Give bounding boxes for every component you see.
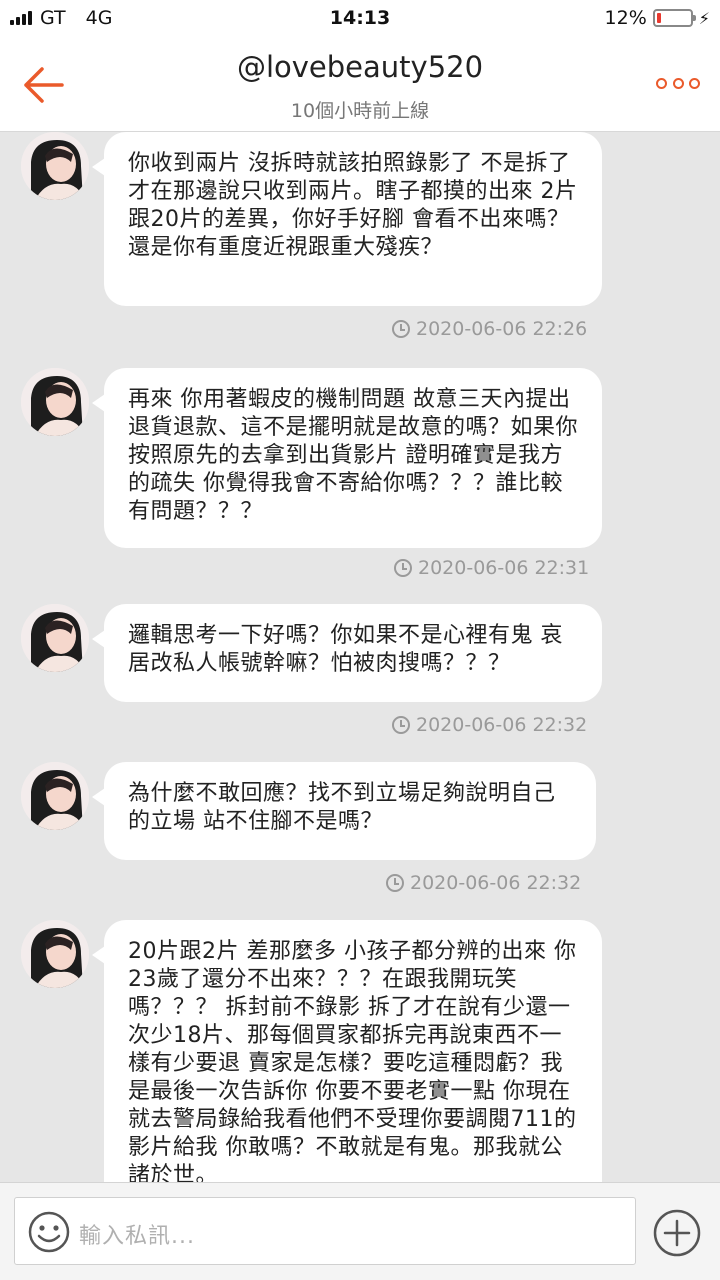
message-input-bar: 輸入私訊... <box>0 1182 720 1280</box>
charging-bolt-icon: ⚡ <box>698 8 710 28</box>
message-list[interactable]: 你收到兩片 沒拆時就該拍照錄影了 不是拆了才在那邊說只收到兩片。瞎子都摸的出來 … <box>0 132 720 1182</box>
clock-icon <box>394 559 412 577</box>
add-attachment-button[interactable] <box>652 1208 702 1258</box>
message-text: 為什麼不敢回應？找不到立場足夠說明自己的立場 站不住腳不是嗎？ <box>128 781 556 834</box>
avatar[interactable] <box>21 368 89 436</box>
timestamp-text: 2020-06-06 22:32 <box>416 714 588 736</box>
message-bubble[interactable]: 為什麼不敢回應？找不到立場足夠說明自己的立場 站不住腳不是嗎？ <box>92 762 596 860</box>
chat-title: @lovebeauty520 <box>236 50 484 84</box>
avatar-image <box>21 368 89 436</box>
emoji-button[interactable] <box>27 1210 71 1254</box>
message-bubble[interactable]: 邏輯思考一下好嗎？你如果不是心裡有鬼 哀居改私人帳號幹嘛？怕被肉搜嗎？？？ <box>92 604 602 702</box>
avatar-image <box>21 762 89 830</box>
emoji-icon <box>28 1211 70 1253</box>
message-timestamp: 2020-06-06 22:26 <box>392 318 587 340</box>
message-input[interactable]: 輸入私訊... <box>14 1197 636 1265</box>
message-timestamp: 2020-06-06 22:31 <box>394 557 589 579</box>
chat-header: @lovebeauty520 10個小時前上線 <box>0 38 720 132</box>
message-bubble[interactable]: 再來 你用著蝦皮的機制問題 故意三天內提出退貨退款、這不是擺明就是故意的嗎？如果… <box>92 368 602 548</box>
avatar[interactable] <box>21 132 89 200</box>
battery-percent: 12% <box>604 7 647 29</box>
clock-icon <box>392 716 410 734</box>
message-bubble[interactable]: 你收到兩片 沒拆時就該拍照錄影了 不是拆了才在那邊說只收到兩片。瞎子都摸的出來 … <box>92 132 602 306</box>
battery-icon <box>652 9 696 27</box>
message-text: 20片跟2片 差那麼多 小孩子都分辨的出來 你23歲了還分不出來？？？在跟我開玩… <box>128 939 577 1182</box>
status-bar: GT 4G 14:13 12% ⚡ <box>0 0 720 38</box>
timestamp-text: 2020-06-06 22:32 <box>410 872 582 894</box>
more-dot <box>689 77 700 89</box>
more-dot <box>656 77 667 89</box>
avatar[interactable] <box>21 762 89 830</box>
timestamp-text: 2020-06-06 22:31 <box>418 557 590 579</box>
avatar[interactable] <box>21 604 89 672</box>
avatar-image <box>21 920 89 988</box>
avatar-image <box>21 132 89 200</box>
message-timestamp: 2020-06-06 22:32 <box>386 872 581 894</box>
timestamp-text: 2020-06-06 22:26 <box>416 318 588 340</box>
battery-fill <box>656 13 661 23</box>
last-online-status: 10個小時前上線 <box>290 100 430 122</box>
message-text: 再來 你用著蝦皮的機制問題 故意三天內提出退貨退款、這不是擺明就是故意的嗎？如果… <box>128 387 579 524</box>
status-right: 12% ⚡ <box>605 7 710 29</box>
clock-icon <box>392 320 410 338</box>
clock-icon <box>386 874 404 892</box>
input-placeholder: 輸入私訊... <box>79 1224 195 1249</box>
more-dot <box>672 77 684 89</box>
avatar-image <box>21 604 89 672</box>
message-text: 邏輯思考一下好嗎？你如果不是心裡有鬼 哀居改私人帳號幹嘛？怕被肉搜嗎？？？ <box>128 623 563 676</box>
message-bubble[interactable]: 20片跟2片 差那麼多 小孩子都分辨的出來 你23歲了還分不出來？？？在跟我開玩… <box>92 920 602 1182</box>
message-timestamp: 2020-06-06 22:32 <box>392 714 587 736</box>
more-options-button[interactable] <box>656 68 700 98</box>
avatar[interactable] <box>21 920 89 988</box>
plus-circle-icon <box>653 1209 701 1257</box>
message-text: 你收到兩片 沒拆時就該拍照錄影了 不是拆了才在那邊說只收到兩片。瞎子都摸的出來 … <box>128 151 578 260</box>
